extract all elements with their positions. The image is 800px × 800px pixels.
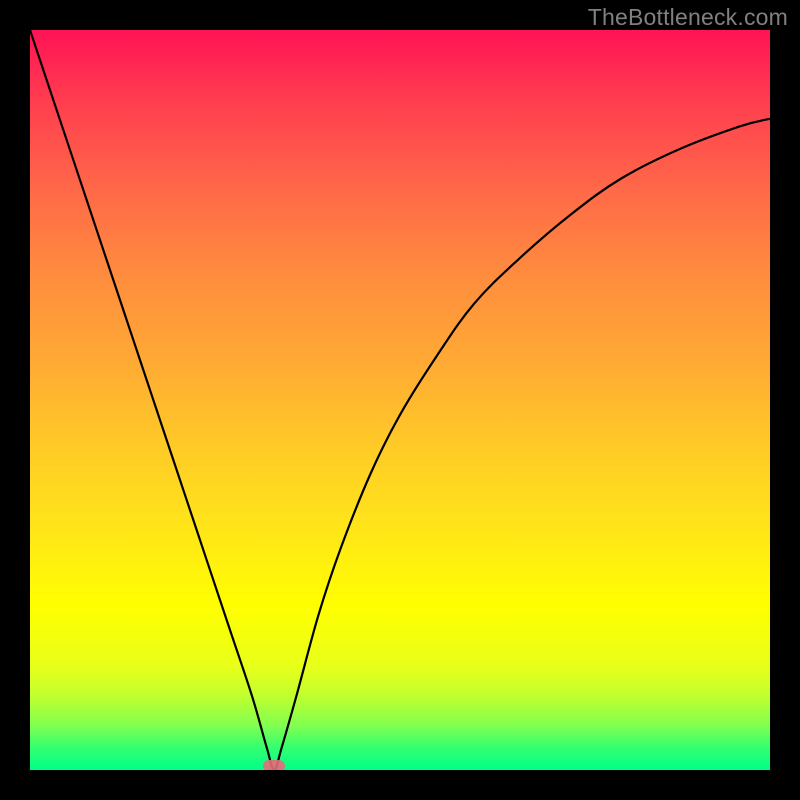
plot-area: [30, 30, 770, 770]
curve-layer: [30, 30, 770, 770]
watermark-text: TheBottleneck.com: [588, 4, 788, 31]
optimal-point-marker: [263, 760, 285, 770]
chart-frame: TheBottleneck.com: [0, 0, 800, 800]
bottleneck-curve: [30, 30, 770, 770]
